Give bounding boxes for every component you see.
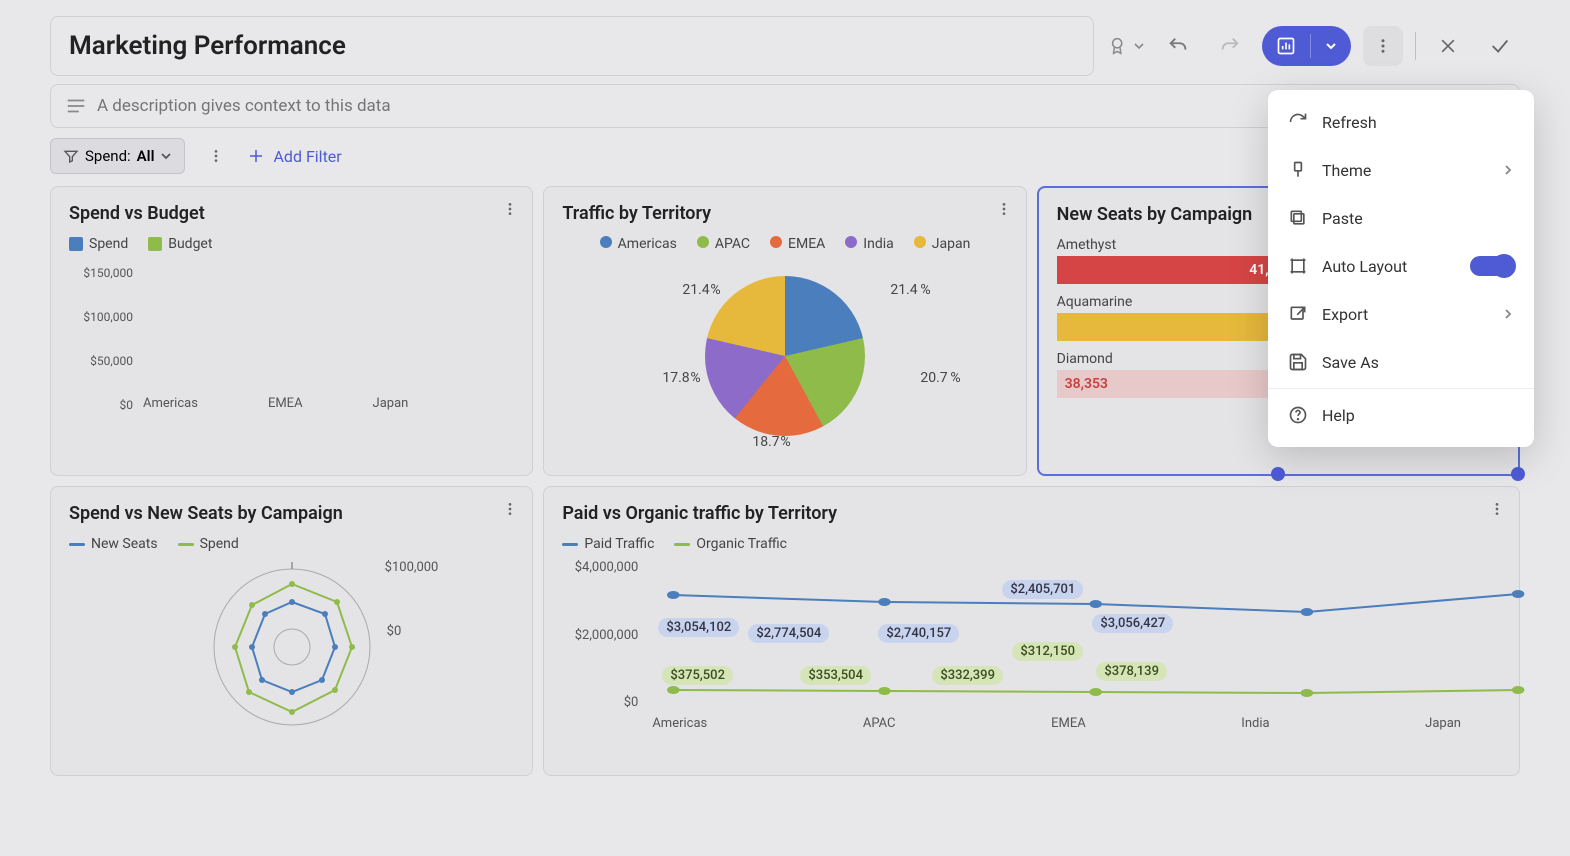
menu-refresh[interactable]: Refresh	[1268, 98, 1534, 146]
menu-help[interactable]: Help	[1268, 391, 1534, 439]
more-options-button[interactable]	[1363, 26, 1403, 66]
card-title: Paid vs Organic traffic by Territory	[562, 503, 1501, 524]
add-filter-button[interactable]: Add Filter	[247, 147, 341, 166]
theme-icon	[1288, 160, 1308, 180]
legend: Spend Budget	[69, 236, 514, 252]
description-icon	[65, 95, 87, 117]
menu-theme[interactable]: Theme	[1268, 146, 1534, 194]
filter-icon	[63, 148, 79, 164]
x-axis-labels: Americas EMEA Japan	[139, 396, 514, 411]
more-options-menu: Refresh Theme Paste Auto Layout Export S…	[1268, 90, 1534, 447]
filter-more-button[interactable]	[199, 139, 233, 173]
dashboard-title-input[interactable]	[50, 16, 1094, 76]
card-title: Spend vs New Seats by Campaign	[69, 503, 514, 524]
paste-icon	[1288, 208, 1308, 228]
y-axis-ticks: $150,000 $100,000 $50,000 $0	[69, 260, 133, 406]
add-chart-icon[interactable]	[1262, 26, 1310, 66]
help-icon	[1288, 405, 1308, 425]
bar-chart: $150,000 $100,000 $50,000 $0 Americas EM…	[69, 260, 514, 430]
legend: Paid Traffic Organic Traffic	[562, 536, 1501, 552]
legend: Americas APAC EMEA India Japan	[562, 236, 1007, 252]
save-icon	[1288, 352, 1308, 372]
card-paid-organic[interactable]: Paid vs Organic traffic by Territory Pai…	[543, 486, 1520, 776]
resize-handle[interactable]	[1511, 467, 1525, 481]
menu-export[interactable]: Export	[1268, 290, 1534, 338]
filter-spend-chip[interactable]: Spend: All	[50, 138, 185, 174]
resize-handle[interactable]	[1271, 467, 1285, 481]
add-filter-label: Add Filter	[273, 147, 341, 166]
filter-spend-label: Spend:	[85, 147, 131, 165]
confirm-button[interactable]	[1480, 26, 1520, 66]
card-menu-button[interactable]	[996, 201, 1012, 217]
auto-layout-icon	[1288, 256, 1308, 276]
card-spend-newseats[interactable]: Spend vs New Seats by Campaign New Seats…	[50, 486, 533, 776]
menu-auto-layout[interactable]: Auto Layout	[1268, 242, 1534, 290]
card-title: Spend vs Budget	[69, 203, 514, 224]
card-title: Traffic by Territory	[562, 203, 1007, 224]
radar-axis-min: $0	[387, 624, 402, 639]
undo-button[interactable]	[1158, 26, 1198, 66]
cancel-button[interactable]	[1428, 26, 1468, 66]
filter-spend-value: All	[137, 147, 155, 165]
export-icon	[1288, 304, 1308, 324]
legend: New Seats Spend	[69, 536, 514, 552]
chevron-down-icon	[160, 150, 172, 162]
line-chart: $4,000,000 $2,000,000 $0 $3,054,102 $2,7…	[562, 560, 1501, 710]
refresh-icon	[1288, 112, 1308, 132]
menu-save-as[interactable]: Save As	[1268, 338, 1534, 386]
menu-paste[interactable]: Paste	[1268, 194, 1534, 242]
card-traffic-territory[interactable]: Traffic by Territory Americas APAC EMEA …	[543, 186, 1026, 476]
chevron-right-icon	[1502, 164, 1514, 176]
card-spend-vs-budget[interactable]: Spend vs Budget Spend Budget $150,000 $1…	[50, 186, 533, 476]
add-chart-split-button[interactable]	[1262, 26, 1351, 66]
add-chart-dropdown[interactable]	[1311, 26, 1351, 66]
x-axis-labels: Americas APAC EMEA India Japan	[562, 716, 1501, 731]
pie-chart: 21.4% 20.7% 18.7% 17.8% 21.4%	[562, 276, 1007, 436]
redo-button[interactable]	[1210, 26, 1250, 66]
radar-axis-max: $100,000	[385, 560, 439, 575]
plus-icon	[247, 147, 265, 165]
certify-icon[interactable]	[1106, 26, 1146, 66]
card-menu-button[interactable]	[502, 201, 518, 217]
radar-chart: $100,000 $0	[207, 562, 377, 732]
card-menu-button[interactable]	[1489, 501, 1505, 517]
auto-layout-toggle[interactable]	[1470, 256, 1514, 276]
card-menu-button[interactable]	[502, 501, 518, 517]
chevron-right-icon	[1502, 308, 1514, 320]
